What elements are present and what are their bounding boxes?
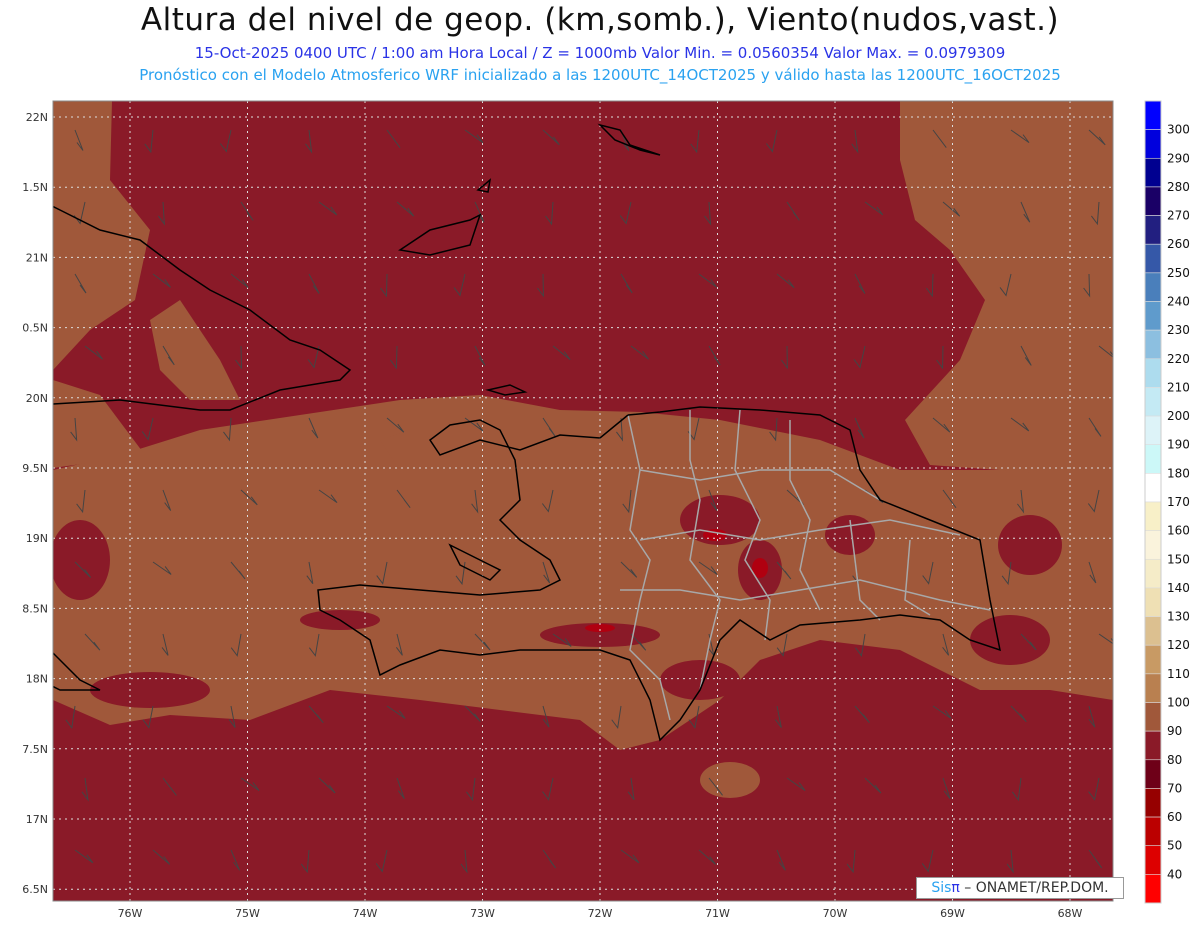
longitude-label: 73W (470, 907, 495, 920)
latitude-axis: 22N 1.5N 21N 0.5N 20N 9.5N 19N 8.5N 18N 7.5N 17N 6.… (22, 111, 48, 896)
credit-text: – ONAMET/REP.DOM. (959, 880, 1109, 896)
colorbar-label: 210 (1167, 380, 1190, 394)
credit-box: Sisπ – ONAMET/REP.DOM. (916, 877, 1124, 899)
colorbar: 300 290 280 270 260 250 240 230 220 210 200 190 180 1… (1144, 100, 1190, 904)
colorbar-swatch (1144, 616, 1162, 646)
colorbar-swatch (1144, 301, 1162, 331)
longitude-label: 74W (353, 907, 378, 920)
latitude-label: 9.5N (22, 462, 48, 475)
valid-time-subtitle: 15-Oct-2025 0400 UTC / 1:00 am Hora Loca… (194, 44, 1006, 62)
colorbar-swatch (1144, 816, 1162, 847)
pi-logo-text: π (951, 880, 960, 896)
latitude-label: 21N (26, 251, 48, 264)
colorbar-swatch (1144, 673, 1162, 703)
colorbar-label: 270 (1167, 209, 1190, 223)
longitude-label: 68W (1058, 907, 1083, 920)
latitude-label: 7.5N (22, 743, 48, 756)
weather-map: 76W 75W 74W 73W 72W 71W 70W 69W 68W 22N 1.5N 21N 0.… (22, 100, 1190, 920)
colorbar-swatch (1144, 186, 1162, 216)
colorbar-label: 260 (1167, 237, 1190, 251)
colorbar-swatch (1144, 730, 1162, 761)
colorbar-label: 220 (1167, 352, 1190, 366)
colorbar-label: 300 (1167, 123, 1190, 137)
colorbar-label: 100 (1167, 696, 1190, 710)
colorbar-label: 120 (1167, 638, 1190, 652)
colorbar-swatch (1144, 501, 1162, 531)
colorbar-swatch (1144, 329, 1162, 360)
colorbar-swatch (1144, 473, 1162, 503)
sis-logo-text: Sis (931, 880, 952, 896)
latitude-label: 8.5N (22, 602, 48, 615)
latitude-label: 19N (26, 532, 48, 545)
colorbar-label: 240 (1167, 295, 1190, 309)
colorbar-label: 40 (1167, 867, 1182, 881)
longitude-label: 70W (823, 907, 848, 920)
colorbar-swatch (1144, 874, 1162, 904)
colorbar-swatch (1144, 702, 1162, 732)
colorbar-label: 50 (1167, 839, 1182, 853)
colorbar-label: 150 (1167, 552, 1190, 566)
longitude-label: 69W (940, 907, 965, 920)
colorbar-swatch (1144, 759, 1162, 789)
map-field (53, 101, 1113, 901)
latitude-label: 1.5N (22, 181, 48, 194)
colorbar-swatch (1144, 387, 1162, 417)
model-info-subtitle: Pronóstico con el Modelo Atmosferico WRF… (139, 66, 1061, 84)
colorbar-label: 60 (1167, 810, 1182, 824)
colorbar-label: 190 (1167, 438, 1190, 452)
colorbar-label: 80 (1167, 753, 1182, 767)
colorbar-swatch (1144, 415, 1162, 446)
colorbar-label: 90 (1167, 724, 1182, 738)
latitude-label: 0.5N (22, 322, 48, 335)
colorbar-label: 180 (1167, 466, 1190, 480)
colorbar-swatch (1144, 444, 1162, 474)
longitude-label: 72W (588, 907, 613, 920)
colorbar-swatch (1144, 129, 1162, 159)
colorbar-swatch (1144, 587, 1162, 617)
colorbar-swatch (1144, 788, 1162, 818)
chart-title: Altura del nivel de geop. (km,somb.), Vi… (140, 2, 1060, 38)
colorbar-swatch (1144, 272, 1162, 302)
colorbar-label: 70 (1167, 781, 1182, 795)
colorbar-swatch (1144, 215, 1162, 245)
longitude-label: 75W (235, 907, 260, 920)
latitude-label: 22N (26, 111, 48, 124)
latitude-label: 6.5N (22, 883, 48, 896)
colorbar-swatch (1144, 530, 1162, 560)
colorbar-label: 160 (1167, 524, 1190, 538)
colorbar-label: 140 (1167, 581, 1190, 595)
latitude-label: 17N (26, 813, 48, 826)
colorbar-label: 230 (1167, 323, 1190, 337)
colorbar-label: 170 (1167, 495, 1190, 509)
colorbar-swatch (1144, 243, 1162, 274)
colorbar-label: 110 (1167, 667, 1190, 681)
colorbar-swatch (1144, 358, 1162, 388)
longitude-label: 76W (118, 907, 143, 920)
colorbar-label: 280 (1167, 180, 1190, 194)
colorbar-swatch (1144, 845, 1162, 875)
longitude-axis: 76W 75W 74W 73W 72W 71W 70W 69W 68W (118, 907, 1083, 920)
colorbar-swatch (1144, 157, 1162, 188)
colorbar-swatch (1144, 644, 1162, 675)
colorbar-swatch (1144, 558, 1162, 589)
latitude-label: 20N (26, 392, 48, 405)
colorbar-label: 200 (1167, 409, 1190, 423)
colorbar-label: 250 (1167, 266, 1190, 280)
latitude-label: 18N (26, 673, 48, 686)
colorbar-swatch (1144, 100, 1162, 130)
colorbar-label: 290 (1167, 151, 1190, 165)
colorbar-label: 130 (1167, 610, 1190, 624)
longitude-label: 71W (705, 907, 730, 920)
